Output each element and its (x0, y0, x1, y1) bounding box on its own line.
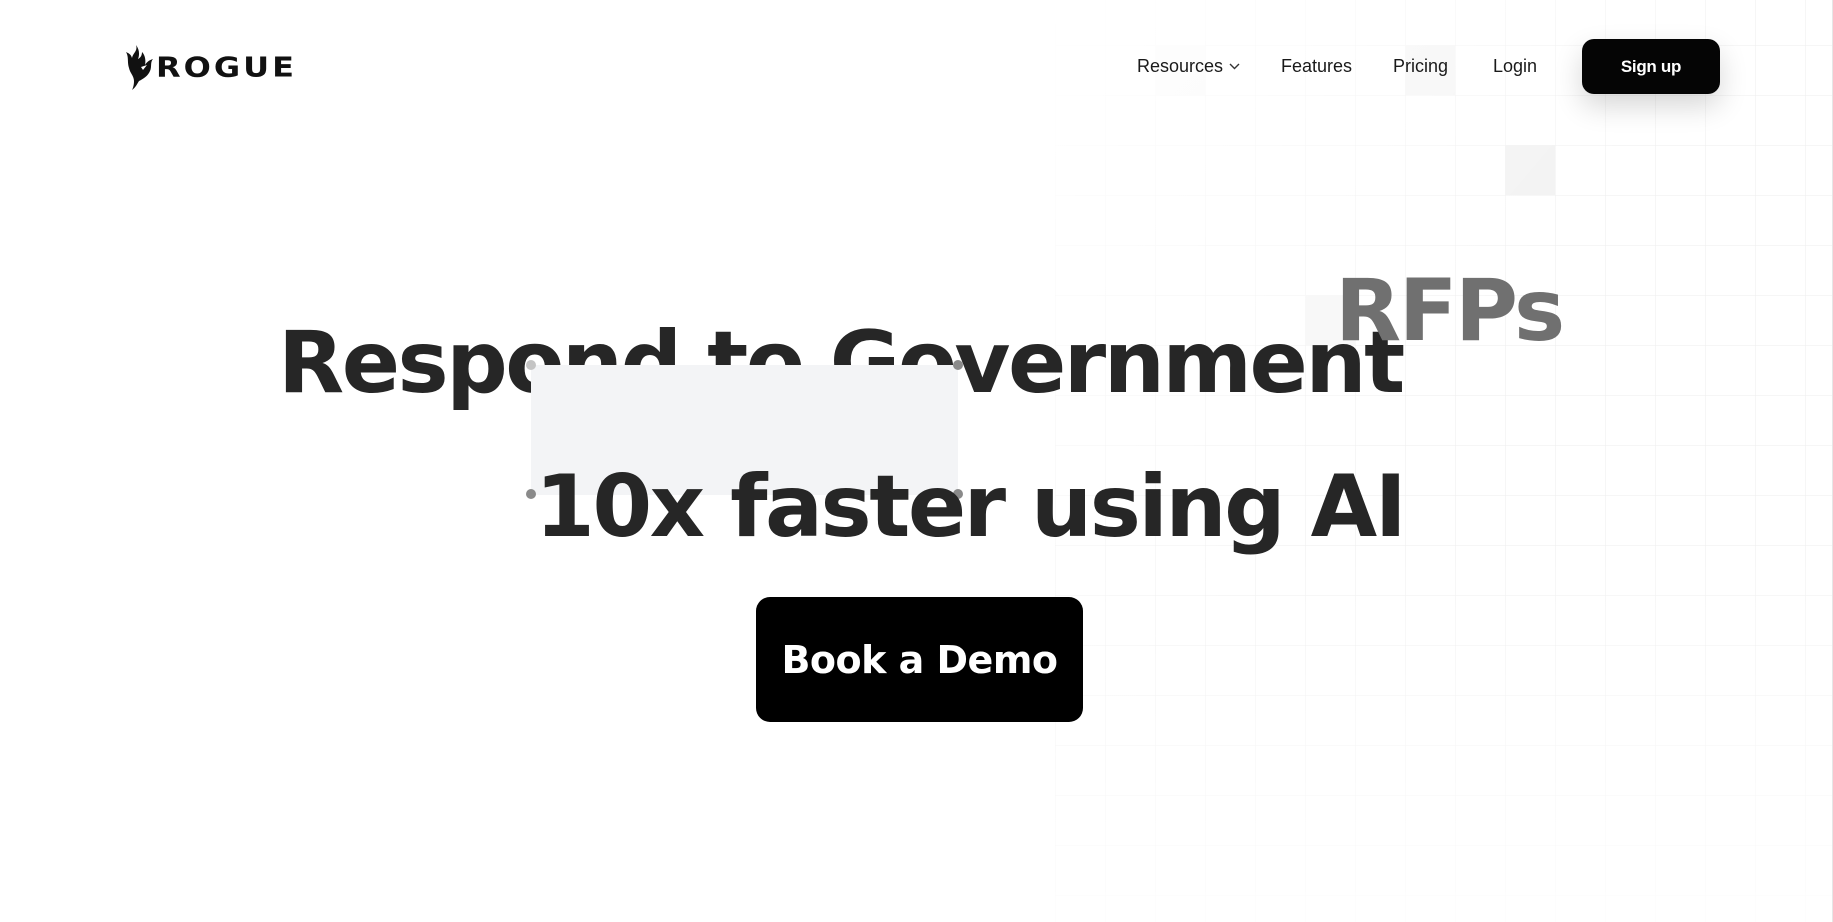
nav-resources-label: Resources (1137, 55, 1224, 76)
hero-headline-line2: 10x faster using AI (535, 457, 1407, 558)
nav-pricing[interactable]: Pricing (1393, 38, 1448, 94)
nav-login-label: Login (1493, 55, 1538, 76)
nav-resources[interactable]: Resources (1137, 38, 1240, 94)
nav-login[interactable]: Login (1493, 38, 1537, 94)
nav-pricing-label: Pricing (1393, 55, 1449, 76)
brand-logo[interactable]: ROGUE (124, 42, 297, 92)
brand-wordmark: ROGUE (156, 50, 297, 84)
rogue-flame-logo-icon (126, 45, 153, 90)
nav-features[interactable]: Features (1281, 38, 1352, 94)
hero-headline-accent: RFPs (1335, 261, 1565, 361)
resize-handle-top-left (526, 360, 536, 370)
chevron-down-icon (1229, 63, 1240, 70)
signup-button[interactable]: Sign up (1582, 39, 1720, 94)
resize-handle-top-right (953, 360, 963, 370)
book-demo-button[interactable]: Book a Demo (756, 597, 1083, 722)
nav-features-label: Features (1281, 55, 1353, 76)
